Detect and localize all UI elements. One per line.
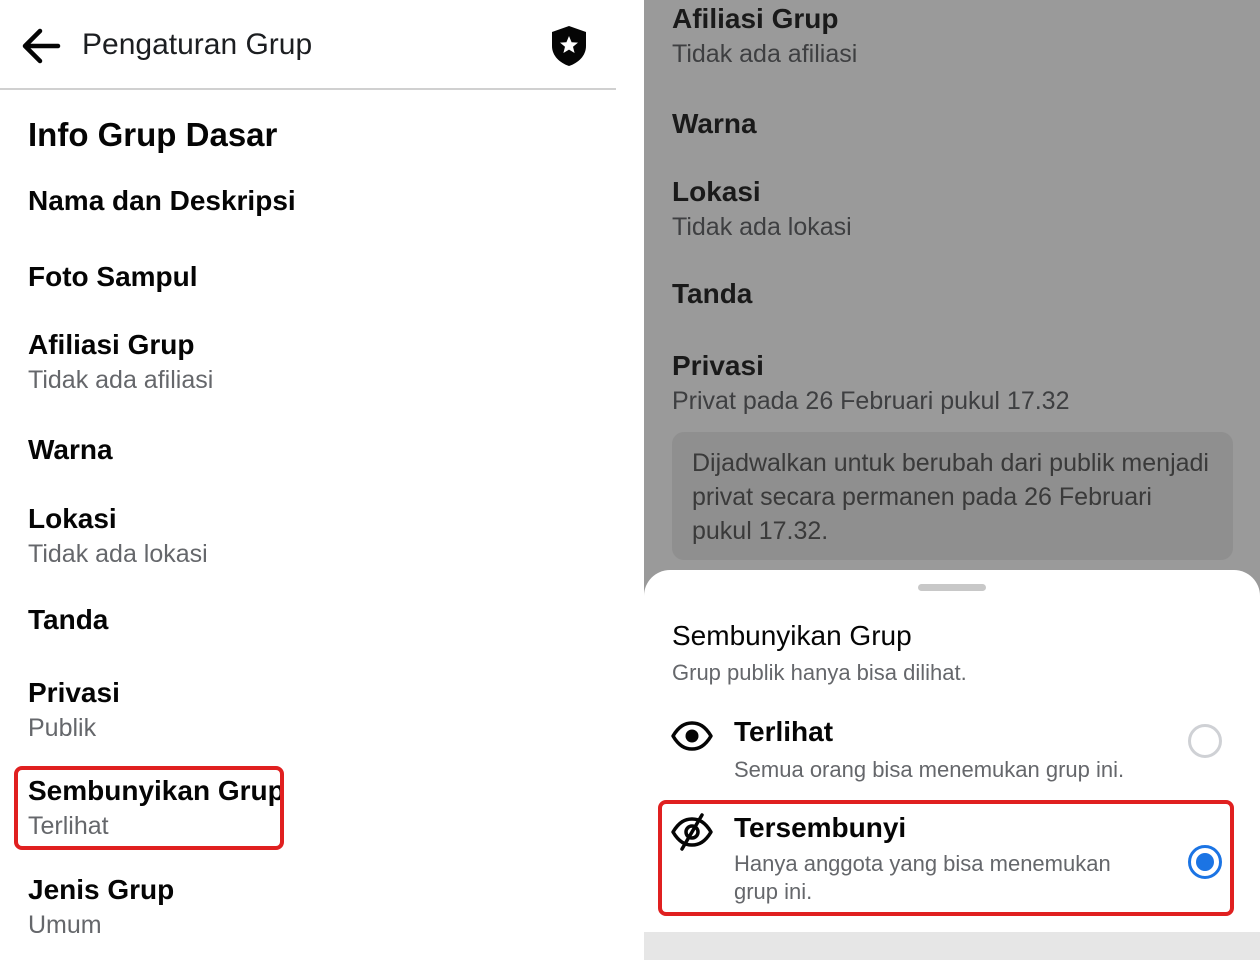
setting-title: Jenis Grup bbox=[28, 874, 175, 905]
eye-icon bbox=[671, 721, 713, 751]
app-header: Pengaturan Grup bbox=[0, 0, 616, 90]
setting-name-description[interactable]: Nama dan Deskripsi bbox=[28, 184, 296, 218]
setting-group-affiliation[interactable]: Afiliasi Grup Tidak ada afiliasi bbox=[28, 328, 213, 395]
sheet-drag-handle[interactable] bbox=[918, 584, 986, 591]
setting-title: Privasi bbox=[672, 350, 764, 381]
setting-badges: Tanda bbox=[672, 277, 752, 311]
setting-group-type[interactable]: Jenis Grup Umum bbox=[28, 873, 174, 940]
setting-location: Lokasi Tidak ada lokasi bbox=[672, 175, 852, 242]
panel-divider bbox=[616, 0, 644, 960]
setting-value: Publik bbox=[28, 714, 97, 742]
setting-title: Afiliasi Grup bbox=[28, 329, 195, 360]
setting-group-affiliation: Afiliasi Grup Tidak ada afiliasi bbox=[672, 2, 857, 69]
setting-title: Afiliasi Grup bbox=[672, 3, 839, 34]
setting-privacy[interactable]: Privasi Publik bbox=[28, 676, 120, 743]
setting-title: Foto Sampul bbox=[28, 261, 198, 292]
setting-title: Warna bbox=[28, 434, 113, 465]
bottom-nav-bar bbox=[644, 932, 1260, 960]
setting-value: Tidak ada afiliasi bbox=[28, 366, 214, 394]
section-title: Info Grup Dasar bbox=[28, 116, 278, 153]
setting-color[interactable]: Warna bbox=[28, 433, 113, 467]
setting-title: Lokasi bbox=[28, 503, 117, 534]
setting-title: Warna bbox=[672, 108, 757, 139]
bottom-sheet: Sembunyikan Grup Grup publik hanya bisa … bbox=[644, 570, 1260, 960]
setting-value: Tidak ada lokasi bbox=[28, 540, 208, 568]
back-arrow-icon[interactable] bbox=[20, 26, 62, 66]
setting-value: Privat pada 26 Februari pukul 17.32 bbox=[672, 387, 1070, 415]
setting-location[interactable]: Lokasi Tidak ada lokasi bbox=[28, 502, 208, 569]
page-title: Pengaturan Grup bbox=[82, 28, 313, 61]
setting-title: Tanda bbox=[672, 278, 753, 309]
group-settings-screen: Pengaturan Grup Info Grup Dasar Nama dan… bbox=[0, 0, 616, 960]
setting-badges[interactable]: Tanda bbox=[28, 603, 108, 637]
privacy-change-notice: Dijadwalkan untuk berubah dari publik me… bbox=[672, 432, 1233, 560]
setting-value: Tidak ada lokasi bbox=[672, 213, 852, 241]
admin-shield-icon[interactable] bbox=[548, 24, 590, 68]
setting-privacy: Privasi Privat pada 26 Februari pukul 17… bbox=[672, 349, 1069, 416]
sheet-subtitle: Grup publik hanya bisa dilihat. bbox=[672, 660, 967, 685]
setting-title: Lokasi bbox=[672, 176, 761, 207]
setting-color: Warna bbox=[672, 107, 757, 141]
option-title: Terlihat bbox=[734, 716, 834, 747]
sheet-title: Sembunyikan Grup bbox=[672, 620, 912, 651]
setting-value: Umum bbox=[28, 911, 102, 939]
setting-value: Tidak ada afiliasi bbox=[672, 40, 858, 68]
setting-cover-photo[interactable]: Foto Sampul bbox=[28, 260, 198, 294]
setting-title: Tanda bbox=[28, 604, 109, 635]
highlight-box bbox=[658, 800, 1234, 916]
hide-group-sheet-screen: Afiliasi Grup Tidak ada afiliasi Warna L… bbox=[644, 0, 1260, 960]
option-description: Semua orang bisa menemukan grup ini. bbox=[734, 757, 1125, 782]
highlight-box bbox=[14, 766, 284, 850]
setting-title: Nama dan Deskripsi bbox=[28, 185, 296, 216]
setting-title: Privasi bbox=[28, 677, 120, 708]
radio-visible[interactable] bbox=[1188, 724, 1222, 758]
